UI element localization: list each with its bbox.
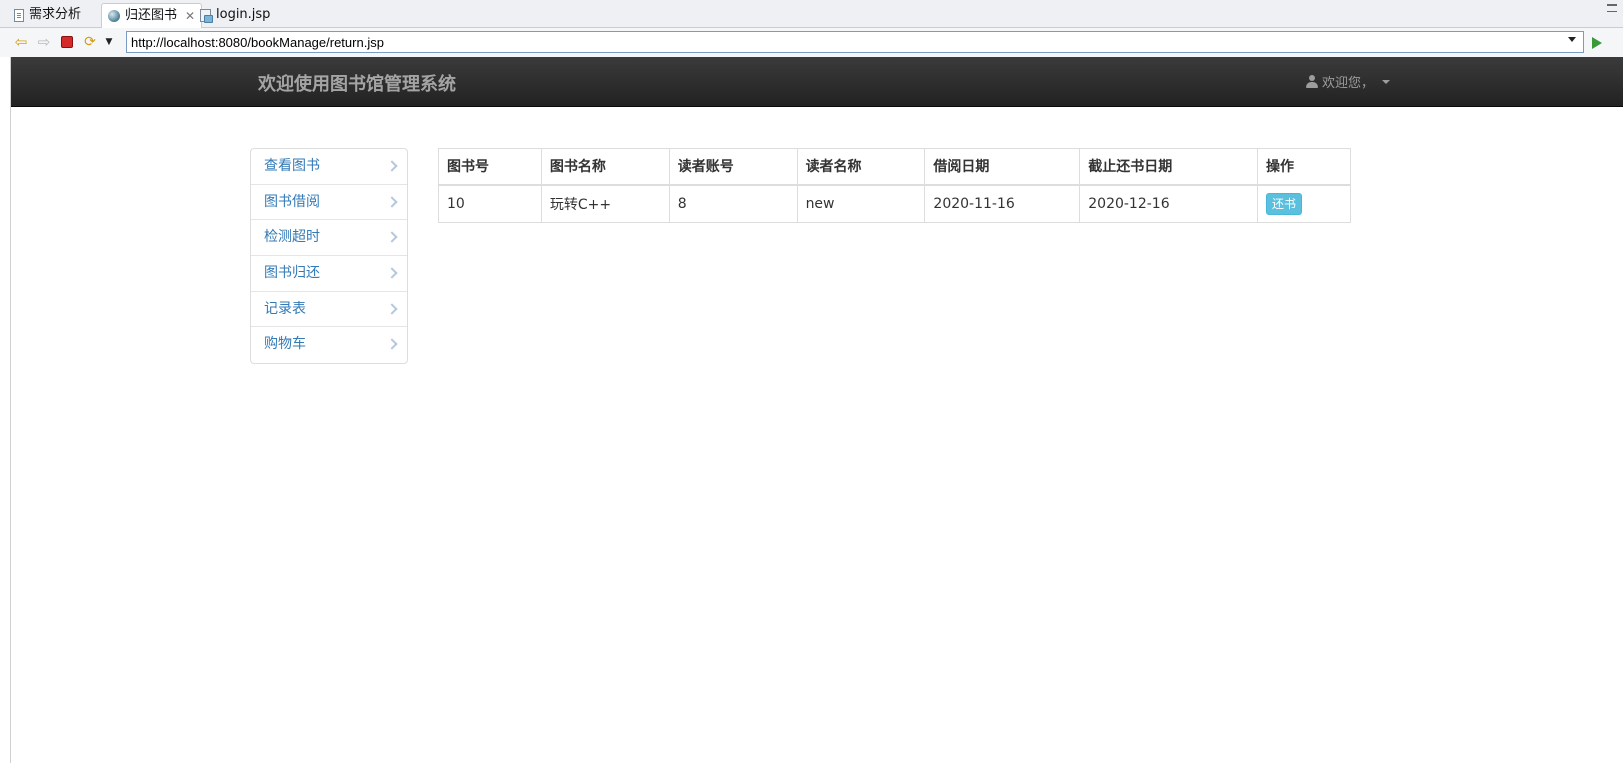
editor-tab-bar: 需求分析 归还图书 ✕ login.jsp (0, 0, 1623, 28)
sidebar-item-view-books[interactable]: 查看图书 (251, 149, 407, 185)
chevron-right-icon (386, 267, 398, 279)
chevron-right-icon (386, 303, 398, 315)
chevron-down-icon[interactable]: ▼ (100, 33, 118, 51)
cell-book-name: 玩转C++ (540, 184, 670, 223)
caret-down-icon (1382, 79, 1391, 84)
chevron-right-icon (386, 231, 398, 244)
stop-icon[interactable] (58, 33, 76, 51)
sidebar-item-return[interactable]: 图书归还 (251, 256, 407, 292)
sidebar-item-overdue[interactable]: 检测超时 (251, 220, 407, 257)
tab-label: 归还图书 (125, 8, 178, 23)
tab-login-jsp[interactable]: login.jsp (200, 3, 270, 27)
url-input[interactable] (126, 31, 1584, 53)
header-due-date: 截止还书日期 (1079, 148, 1259, 186)
user-label: 欢迎您， (1322, 76, 1375, 91)
close-icon[interactable]: ✕ (185, 4, 195, 28)
url-dropdown-icon[interactable] (1568, 37, 1576, 42)
table-row: 10 玩转C++ 8 new 2020-11-16 2020-12-16 还书 (438, 184, 1351, 223)
tab-return-books[interactable]: 归还图书 ✕ (101, 3, 203, 28)
sidebar-item-label: 图书归还 (264, 265, 320, 282)
header-book-id: 图书号 (438, 148, 542, 186)
header-reader-account: 读者账号 (668, 148, 798, 186)
sidebar-item-label: 图书借阅 (264, 193, 320, 210)
document-icon (14, 8, 24, 22)
chevron-right-icon (386, 338, 398, 351)
cell-due-date: 2020-12-16 (1079, 184, 1259, 223)
browser-toolbar: ⇦ ⇨ ⟳ ▼ (0, 28, 1623, 78)
sidebar-item-records[interactable]: 记录表 (251, 292, 407, 328)
tab-label: login.jsp (216, 7, 271, 22)
user-icon (1306, 75, 1318, 88)
cell-reader-name: new (796, 184, 926, 223)
sidebar-item-label: 检测超时 (264, 229, 320, 246)
user-menu[interactable]: 欢迎您， (1306, 72, 1391, 91)
sidebar-item-label: 记录表 (264, 300, 306, 317)
chevron-right-icon (386, 196, 398, 208)
header-book-name: 图书名称 (540, 148, 670, 186)
top-navbar: 欢迎使用图书馆管理系统 欢迎您， (11, 57, 1623, 107)
sidebar-item-label: 购物车 (264, 336, 306, 353)
cell-action: 还书 (1257, 184, 1351, 223)
sidebar-nav: 查看图书 图书借阅 检测超时 图书归还 记录表 购物车 (250, 148, 408, 365)
go-icon[interactable] (1592, 37, 1602, 49)
header-action: 操作 (1257, 148, 1351, 186)
sidebar-item-borrow[interactable]: 图书借阅 (251, 185, 407, 221)
header-borrow-date: 借阅日期 (924, 148, 1081, 186)
return-table: 图书号 图书名称 读者账号 读者名称 借阅日期 截止还书日期 操作 10 玩转C… (438, 148, 1351, 223)
refresh-icon[interactable]: ⟳ (81, 33, 99, 51)
cell-book-id: 10 (438, 184, 542, 223)
tab-requirements[interactable]: 需求分析 (14, 3, 81, 27)
sidebar-item-label: 查看图书 (264, 158, 320, 174)
sidebar-item-cart[interactable]: 购物车 (251, 327, 407, 363)
brand-title[interactable]: 欢迎使用图书馆管理系统 (258, 70, 456, 96)
back-arrow-icon[interactable]: ⇦ (12, 33, 30, 51)
jsp-file-icon (200, 8, 213, 23)
table-header-row: 图书号 图书名称 读者账号 读者名称 借阅日期 截止还书日期 操作 (438, 148, 1351, 186)
cell-borrow-date: 2020-11-16 (924, 184, 1081, 223)
tab-label: 需求分析 (29, 7, 82, 22)
return-book-button[interactable]: 还书 (1266, 192, 1303, 215)
globe-icon (108, 10, 120, 22)
chevron-right-icon (386, 160, 398, 172)
forward-arrow-icon[interactable]: ⇨ (35, 33, 53, 51)
minimize-icon[interactable] (1607, 4, 1617, 12)
cell-reader-account: 8 (668, 184, 798, 223)
header-reader-name: 读者名称 (796, 148, 926, 186)
